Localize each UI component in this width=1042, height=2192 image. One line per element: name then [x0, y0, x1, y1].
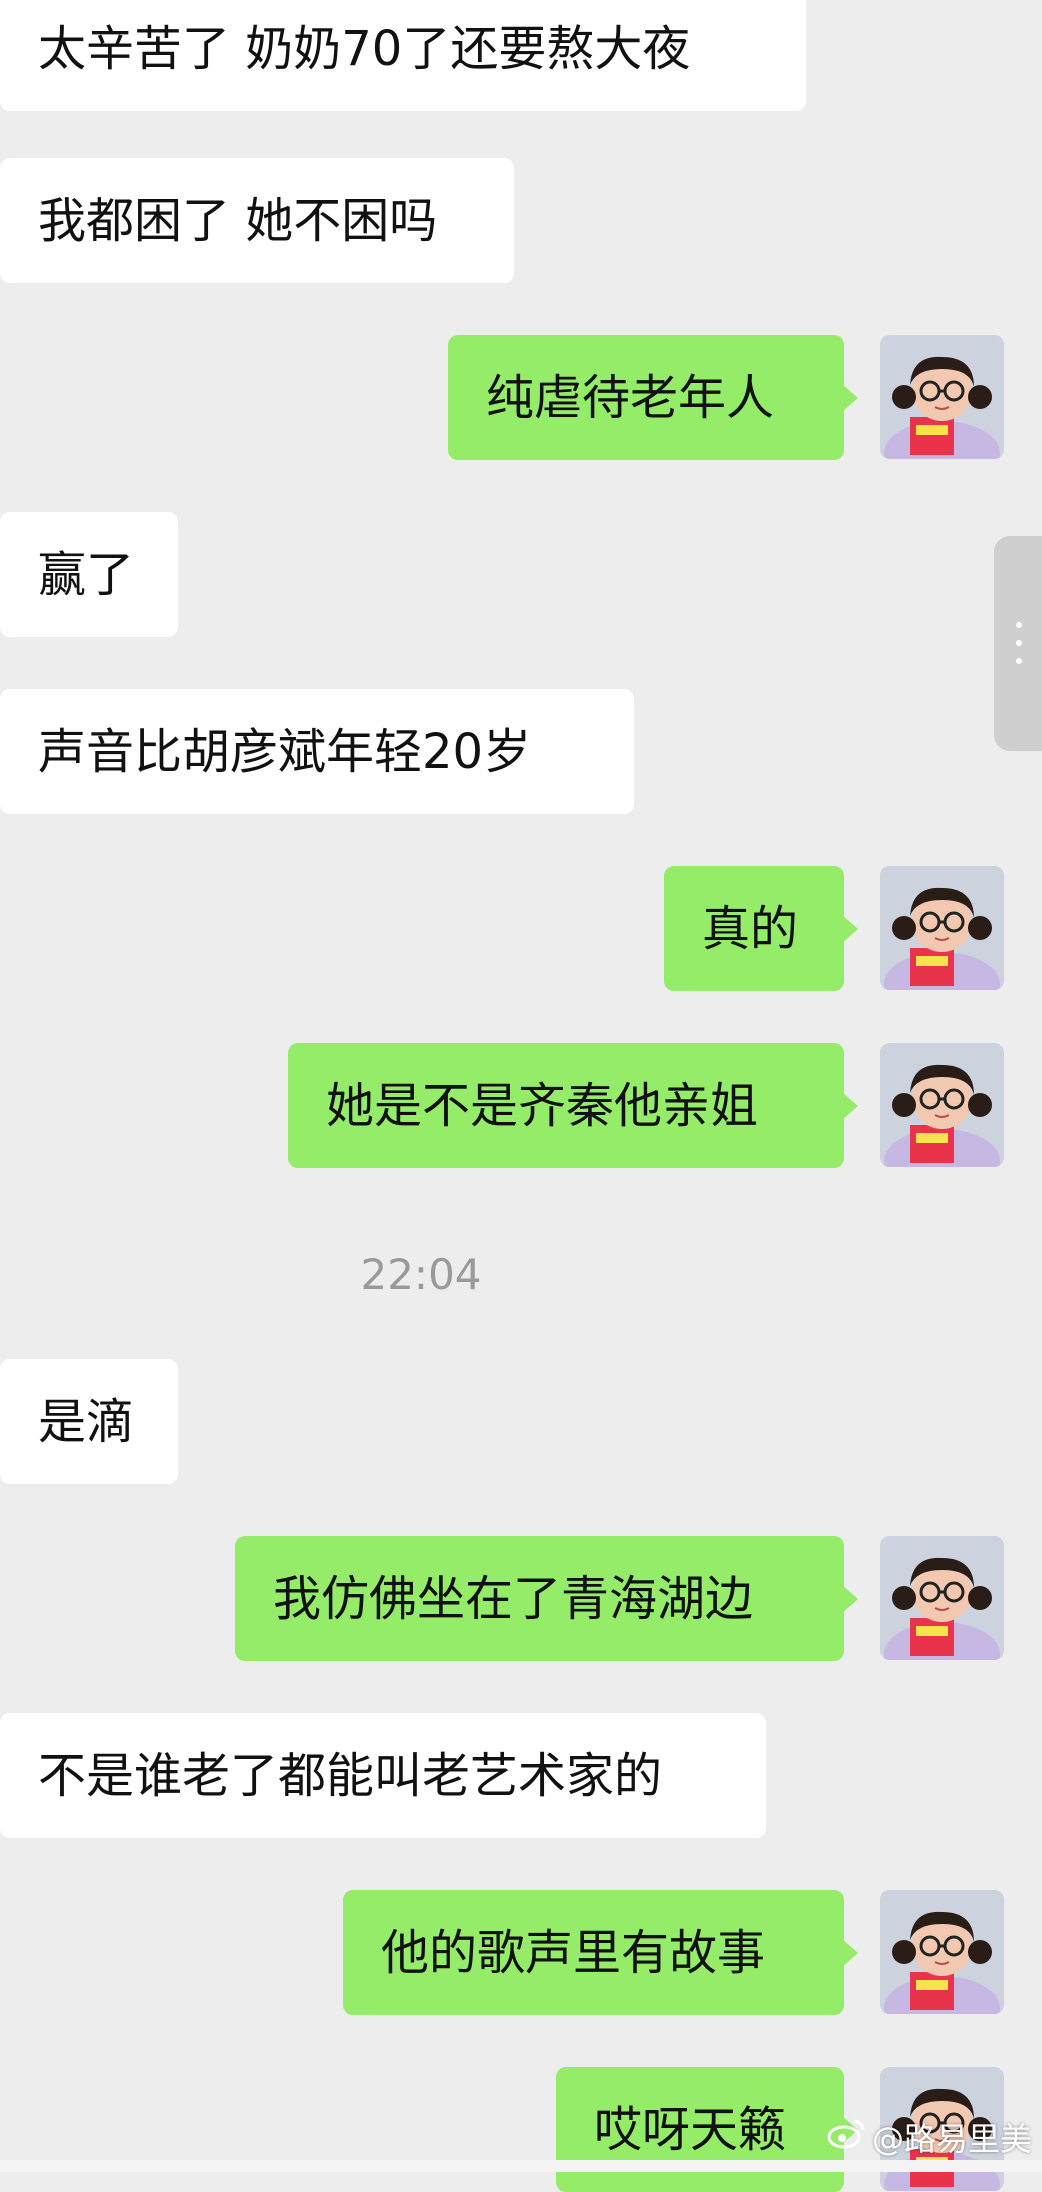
message-bubble[interactable]: 哎呀天籁: [556, 2067, 858, 2192]
weibo-icon: [826, 2117, 866, 2157]
avatar[interactable]: [880, 866, 1004, 990]
side-drawer-handle[interactable]: [994, 536, 1042, 751]
message-bubble[interactable]: 赢了: [0, 512, 178, 637]
message-bubble[interactable]: 她是不是齐秦他亲姐: [288, 1043, 858, 1168]
avatar[interactable]: [880, 1043, 1004, 1167]
chat-area[interactable]: 太辛苦了 奶奶70了还要熬大夜我都困了 她不困吗纯虐待老年人 赢了声音比胡彦斌年…: [0, 0, 1042, 2192]
message-bubble[interactable]: 是滴: [0, 1359, 178, 1484]
watermark: @路易里美: [826, 2114, 1032, 2160]
message-bubble[interactable]: 我仿佛坐在了青海湖边: [235, 1536, 858, 1661]
avatar[interactable]: [880, 335, 1004, 459]
message-bubble[interactable]: 太辛苦了 奶奶70了还要熬大夜: [0, 0, 806, 111]
avatar[interactable]: [880, 1890, 1004, 2014]
avatar[interactable]: [880, 1536, 1004, 1660]
watermark-text: @路易里美: [871, 2120, 1032, 2158]
message-bubble[interactable]: 不是谁老了都能叫老艺术家的: [0, 1713, 766, 1838]
message-bubble[interactable]: 他的歌声里有故事: [343, 1890, 858, 2015]
bottom-bar: [0, 2160, 1042, 2172]
message-bubble[interactable]: 真的: [664, 866, 858, 991]
timestamp: 22:04: [360, 1250, 482, 1299]
message-bubble[interactable]: 声音比胡彦斌年轻20岁: [0, 689, 634, 814]
message-bubble[interactable]: 我都困了 她不困吗: [0, 158, 514, 283]
message-bubble[interactable]: 纯虐待老年人: [448, 335, 858, 460]
